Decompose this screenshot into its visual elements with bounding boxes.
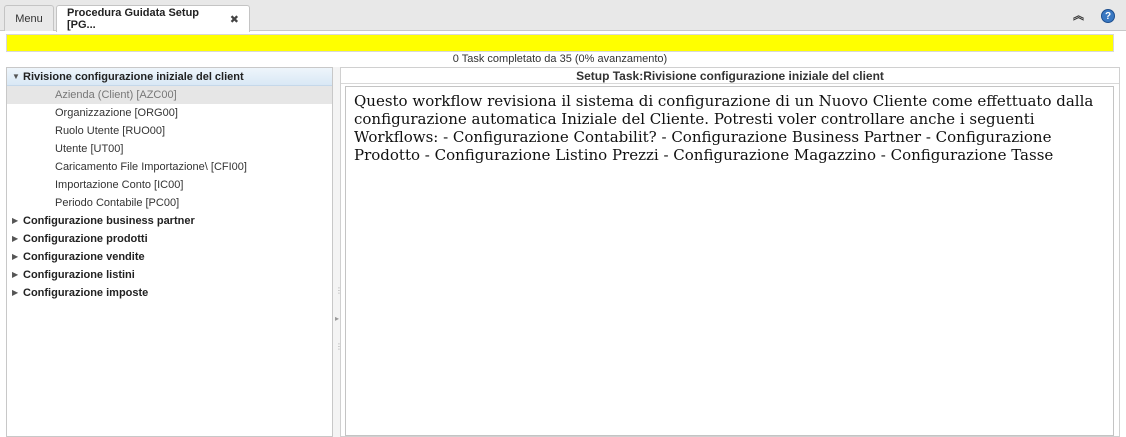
tab-setup-wizard-label: Procedura Guidata Setup [PG...: [67, 7, 200, 31]
help-icon[interactable]: ?: [1101, 9, 1115, 23]
tab-menu[interactable]: Menu: [4, 5, 54, 31]
tree-item[interactable]: Azienda (Client) [AZC00]: [7, 86, 332, 104]
collapse-up-icon[interactable]: ︽: [1071, 9, 1085, 23]
tree-item[interactable]: Organizzazione [ORG00]: [7, 104, 332, 122]
caret-right-icon[interactable]: ▶: [12, 212, 18, 230]
caret-down-icon[interactable]: ▼: [12, 68, 20, 86]
tree-group[interactable]: ▶ Configurazione vendite: [7, 248, 332, 266]
task-tree: ▼ Rivisione configurazione iniziale del c…: [6, 67, 333, 437]
tab-setup-wizard[interactable]: Procedura Guidata Setup [PG... ✖: [56, 5, 250, 32]
tree-item[interactable]: Periodo Contabile [PC00]: [7, 194, 332, 212]
tree-group[interactable]: ▶ Configurazione listini: [7, 266, 332, 284]
tree-group-label: Configurazione business partner: [23, 215, 195, 227]
tree-group-label: Configurazione listini: [23, 269, 135, 281]
tree-group-label: Configurazione prodotti: [23, 233, 148, 245]
tree-item[interactable]: Caricamento File Importazione\ [CFI00]: [7, 158, 332, 176]
progress-bar: [6, 34, 1114, 52]
detail-description-box: Questo workflow revisiona il sistema di …: [345, 86, 1114, 436]
detail-description: Questo workflow revisiona il sistema di …: [354, 92, 1094, 164]
tab-menu-label: Menu: [15, 12, 43, 25]
caret-right-icon[interactable]: ▶: [12, 266, 18, 284]
splitter-arrow-icon[interactable]: ▸: [335, 315, 339, 323]
tab-bar: Menu Procedura Guidata Setup [PG... ✖ ︽ …: [0, 0, 1126, 32]
progress-fill: [7, 35, 1113, 51]
tree-item[interactable]: Utente [UT00]: [7, 140, 332, 158]
caret-right-icon[interactable]: ▶: [12, 284, 18, 302]
tree-group-label: Configurazione imposte: [23, 287, 149, 299]
tree-group[interactable]: ▼ Rivisione configurazione iniziale del c…: [7, 68, 332, 86]
tree-group[interactable]: ▶ Configurazione imposte: [7, 284, 332, 302]
tree-item[interactable]: Importazione Conto [IC00]: [7, 176, 332, 194]
caret-right-icon[interactable]: ▶: [12, 230, 18, 248]
close-icon[interactable]: ✖: [230, 13, 239, 26]
caret-right-icon[interactable]: ▶: [12, 248, 18, 266]
tree-item[interactable]: Ruolo Utente [RUO00]: [7, 122, 332, 140]
detail-title: Setup Task:Rivisione configurazione iniz…: [341, 68, 1119, 84]
tree-group[interactable]: ▶ Configurazione prodotti: [7, 230, 332, 248]
tree-group-label: Rivisione configurazione iniziale del cl…: [23, 71, 244, 83]
progress-text: 0 Task completato da 35 (0% avanzamento): [452, 53, 668, 65]
tree-group[interactable]: ▶ Configurazione business partner: [7, 212, 332, 230]
tree-group-label: Configurazione vendite: [23, 251, 145, 263]
task-detail-panel: Setup Task:Rivisione configurazione iniz…: [340, 67, 1120, 437]
